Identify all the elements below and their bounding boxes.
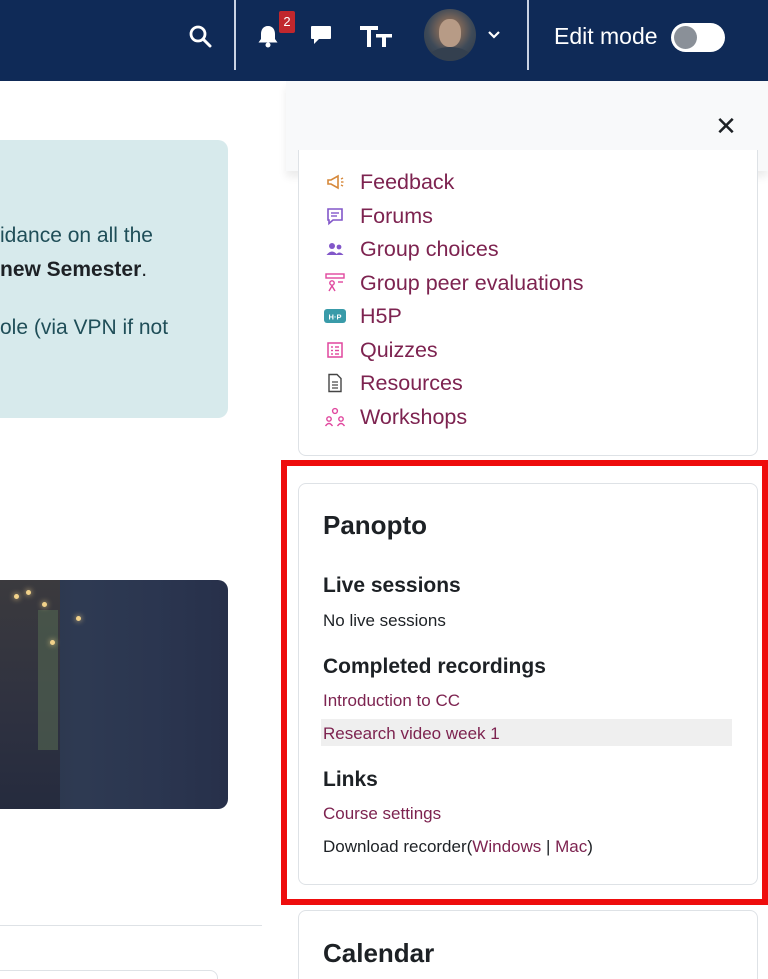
search-icon[interactable] (186, 22, 214, 50)
activity-item-forums[interactable]: Forums (324, 201, 433, 231)
activity-label: Workshops (360, 404, 468, 429)
peer-evaluation-icon (324, 272, 346, 294)
megaphone-icon (324, 171, 346, 193)
activity-item-workshops[interactable]: Workshops (324, 402, 467, 432)
group-icon (324, 238, 346, 260)
navbar-divider (234, 0, 236, 70)
activity-label: Feedback (360, 169, 455, 194)
activity-label: Forums (360, 203, 433, 228)
activity-label: Group peer evaluations (360, 270, 584, 295)
quiz-icon (324, 339, 346, 361)
notice-line: ole (via VPN if not (0, 316, 169, 339)
notice-box: idance on all the new Semester. ole (via… (0, 140, 228, 418)
chat-icon[interactable] (308, 22, 334, 48)
page-root: 2 Edit mode idance on all the new Semest… (0, 0, 768, 979)
content-card (0, 970, 218, 979)
activity-item-resources[interactable]: Resources (324, 368, 463, 398)
h5p-icon: H·P (324, 305, 346, 327)
svg-text:H·P: H·P (329, 313, 342, 322)
notice-line-bold: new Semester. (0, 258, 147, 282)
notice-bold-text: new Semester (0, 258, 142, 281)
close-icon[interactable]: ✕ (712, 113, 740, 139)
chevron-down-icon[interactable] (485, 26, 503, 44)
edit-mode-label: Edit mode (554, 23, 658, 49)
toggle-knob (674, 26, 697, 49)
forum-icon (324, 205, 346, 227)
highlight-box (281, 460, 768, 905)
notice-line: idance on all the (0, 224, 153, 247)
notice-tail: . (141, 258, 148, 281)
bell-icon[interactable] (255, 22, 281, 50)
activity-label: Quizzes (360, 337, 438, 362)
edit-mode-toggle[interactable] (671, 23, 725, 52)
navbar-divider (527, 0, 529, 70)
avatar[interactable] (424, 9, 476, 61)
activity-item-h5p[interactable]: H·P H5P (324, 301, 402, 331)
file-icon (324, 372, 346, 394)
activity-label: Group choices (360, 236, 499, 261)
activity-label: H5P (360, 303, 402, 328)
notification-count-badge: 2 (279, 11, 295, 33)
activity-item-group-choices[interactable]: Group choices (324, 234, 499, 264)
text-size-icon[interactable] (358, 22, 394, 50)
calendar-title: Calendar (323, 938, 435, 968)
activity-item-feedback[interactable]: Feedback (324, 167, 454, 197)
activity-item-quizzes[interactable]: Quizzes (324, 335, 438, 365)
activity-label: Resources (360, 370, 463, 395)
media-thumbnail[interactable] (0, 580, 228, 809)
activity-item-group-peer-evaluations[interactable]: Group peer evaluations (324, 268, 584, 298)
top-navbar: 2 Edit mode (0, 0, 768, 81)
workshop-icon (324, 406, 346, 428)
content-divider (0, 925, 262, 926)
